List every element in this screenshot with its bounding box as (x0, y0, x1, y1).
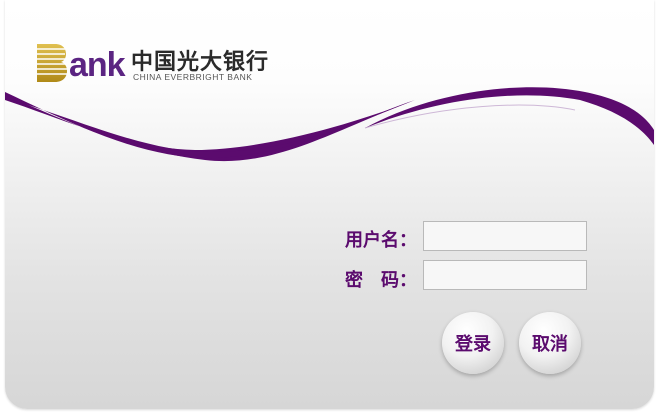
login-button[interactable]: 登录 (442, 312, 504, 374)
password-label: 密码： (345, 266, 417, 292)
login-card: ank 中国光大银行 CHINA EVERBRIGHT BANK 用户名： 密码… (5, 0, 654, 409)
password-input[interactable] (423, 260, 587, 290)
password-label-char2: 码： (381, 270, 417, 291)
logo-wordmark: ank (69, 46, 126, 84)
bank-name-english: CHINA EVERBRIGHT BANK (133, 72, 253, 82)
username-input[interactable] (423, 221, 587, 251)
logo-b-icon (37, 44, 67, 82)
password-label-char1: 密 (345, 270, 363, 291)
cancel-button[interactable]: 取消 (519, 312, 581, 374)
username-label: 用户名： (345, 230, 417, 251)
